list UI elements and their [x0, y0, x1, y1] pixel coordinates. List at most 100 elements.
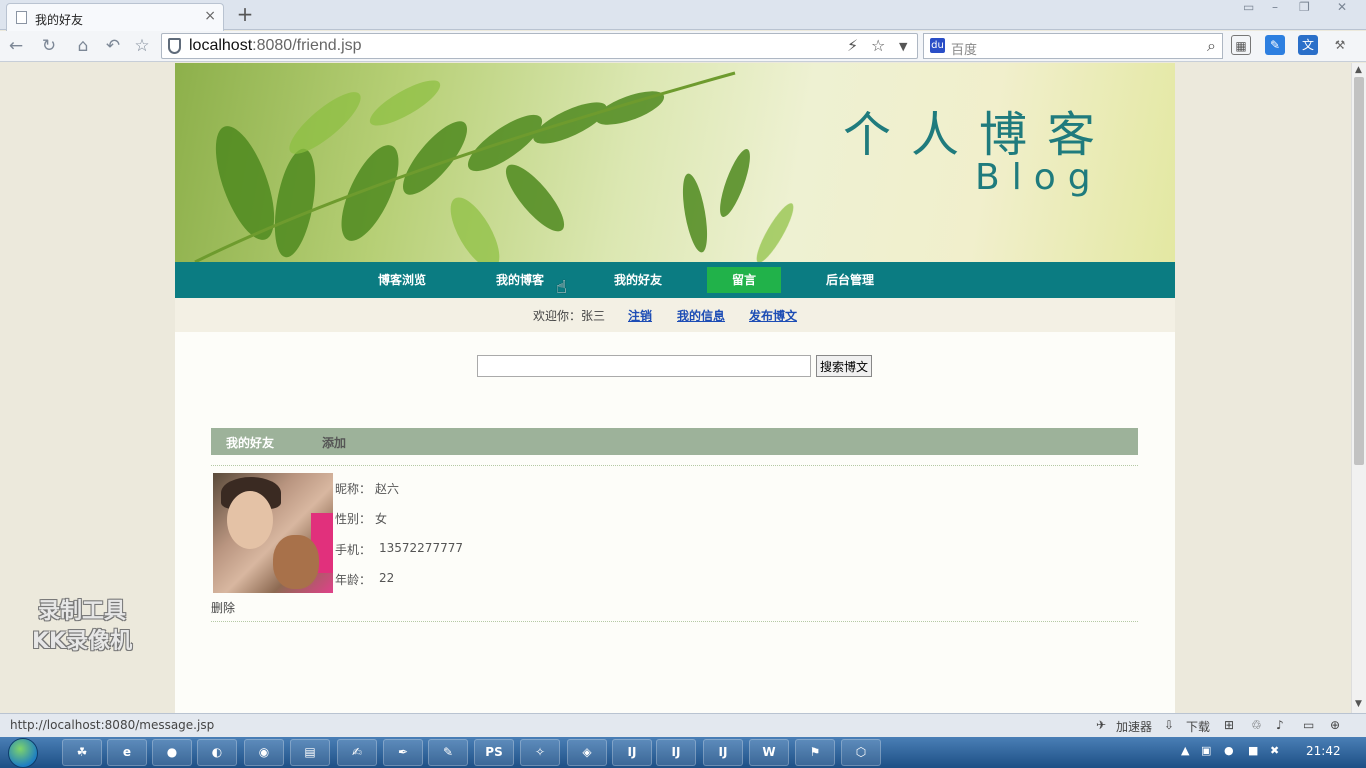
section-title: 我的好友	[226, 436, 275, 450]
tray-app-icon[interactable]: ▣	[1201, 744, 1211, 757]
dropdown-arrow-icon[interactable]: ▼	[899, 40, 907, 53]
nav-item-my-friends[interactable]: 我的好友	[599, 262, 677, 298]
field-value: 22	[379, 571, 395, 585]
sound-icon[interactable]: ♪	[1276, 718, 1284, 732]
my-info-link[interactable]: 我的信息	[677, 307, 725, 324]
banner-subtitle: Blog	[975, 157, 1103, 198]
notepad-icon[interactable]: ✎	[428, 739, 468, 766]
friend-avatar	[213, 473, 333, 593]
new-tab-button[interactable]: +	[231, 3, 259, 27]
tab-close-icon[interactable]: ×	[204, 8, 216, 24]
virtualbox-icon[interactable]: ⬡	[841, 739, 881, 766]
favorite-star-icon[interactable]: ☆	[130, 34, 154, 58]
download-icon[interactable]: ⇩	[1164, 718, 1174, 732]
browser-360-icon[interactable]: ◐	[197, 739, 237, 766]
word-icon[interactable]: W	[749, 739, 789, 766]
nav-item-message[interactable]: 留言	[707, 267, 781, 293]
accelerator-icon[interactable]: ✈	[1096, 718, 1106, 732]
browser-tab[interactable]: 我的好友 ×	[6, 3, 224, 31]
nav-item-blog-browse[interactable]: 博客浏览	[363, 262, 441, 298]
apps-grid-icon[interactable]: ▦	[1231, 35, 1251, 55]
start-button[interactable]	[8, 738, 38, 768]
address-bar[interactable]: localhost:8080/friend.jsp ⚡ ☆ ▼	[161, 33, 918, 59]
scroll-down-icon[interactable]: ▼	[1355, 699, 1362, 709]
back-icon[interactable]: ←	[4, 34, 28, 58]
extension-translate-icon[interactable]: 文	[1298, 35, 1318, 55]
taskbar-app-icon[interactable]: ☘	[62, 739, 102, 766]
firefox-icon[interactable]: ●	[152, 739, 192, 766]
search-posts-button[interactable]: 搜索博文	[816, 355, 872, 377]
delete-friend-link[interactable]: 删除	[211, 599, 235, 616]
chrome-icon[interactable]: ◉	[244, 739, 284, 766]
os-taskbar: ☘ e ● ◐ ◉ ▤ ✍ ✒ ✎ PS ✧ ◈ IJ IJ IJ W ⚑ ⬡ …	[0, 737, 1366, 768]
intellij-icon[interactable]: IJ	[703, 739, 743, 766]
watermark-line2: KK录像机	[32, 629, 133, 654]
scrollbar-thumb[interactable]	[1354, 77, 1364, 465]
pen-tool-icon[interactable]: ✍	[337, 739, 377, 766]
intellij-icon[interactable]: IJ	[612, 739, 652, 766]
banner-title: 个人博客	[843, 107, 1116, 163]
friend-gender: 性别： 女	[335, 510, 387, 527]
undo-icon[interactable]: ↶	[101, 34, 125, 58]
security-shield-icon	[168, 38, 181, 54]
friend-phone: 手机： 13572277777	[335, 541, 463, 558]
intellij-icon[interactable]: IJ	[656, 739, 696, 766]
mouse-pointer-icon: ☝	[556, 277, 567, 298]
download-label[interactable]: 下载	[1186, 718, 1210, 735]
user-bar: 欢迎你：张三 注销 我的信息 发布博文	[175, 298, 1175, 332]
friend-nickname: 昵称： 赵六	[335, 480, 399, 497]
publish-post-link[interactable]: 发布博文	[749, 307, 797, 324]
lightning-icon[interactable]: ⚡	[847, 36, 858, 55]
minimize-button[interactable]: –	[1272, 0, 1278, 14]
field-value: 赵六	[375, 482, 400, 496]
blog-page: 个人博客 Blog 博客浏览 我的博客 我的好友 留言 后台管理 欢迎你：张三 …	[175, 63, 1175, 713]
tools-wrench-icon[interactable]: ⚒	[1330, 35, 1350, 55]
browser-tab-bar: 我的好友 × + ▭ – ❐ ✕	[0, 0, 1366, 31]
divider	[211, 621, 1138, 622]
scroll-up-icon[interactable]: ▲	[1355, 65, 1362, 75]
add-icon[interactable]: ⊞	[1224, 718, 1234, 732]
field-value: 女	[375, 512, 388, 526]
watermark-line1: 录制工具	[38, 599, 127, 624]
db-tool-icon[interactable]: ◈	[567, 739, 607, 766]
search-input[interactable]	[477, 355, 811, 377]
accelerator-label[interactable]: 加速器	[1116, 718, 1152, 735]
reload-icon[interactable]: ↻	[37, 34, 61, 58]
header-banner: 个人博客 Blog	[175, 63, 1175, 262]
tray-expand-icon[interactable]: ▲	[1181, 744, 1189, 757]
extension-blue-icon[interactable]: ✎	[1265, 35, 1285, 55]
friends-section-header: 我的好友 添加	[211, 428, 1138, 455]
status-url: http://localhost:8080/message.jsp	[10, 718, 215, 732]
home-icon[interactable]: ⌂	[71, 34, 95, 58]
magnifier-icon[interactable]: ⌕	[1207, 36, 1216, 56]
dev-tool-icon[interactable]: ✧	[520, 739, 560, 766]
tray-app-icon[interactable]: ■	[1248, 744, 1258, 757]
maximize-button[interactable]: ❐	[1299, 0, 1310, 14]
photoshop-icon[interactable]: PS	[474, 739, 514, 766]
page-viewport: 个人博客 Blog 博客浏览 我的博客 我的好友 留言 后台管理 欢迎你：张三 …	[0, 63, 1351, 713]
add-friend-link[interactable]: 添加	[322, 434, 346, 451]
field-label: 年龄：	[335, 573, 372, 587]
search-engine-box[interactable]: du 百度 ⌕	[923, 33, 1223, 59]
ie-icon[interactable]: e	[107, 739, 147, 766]
zoom-icon[interactable]: ⊕	[1330, 718, 1340, 732]
search-engine-placeholder: 百度	[951, 43, 978, 58]
skin-icon[interactable]: ▭	[1243, 0, 1254, 14]
trash-icon[interactable]: ♲	[1251, 718, 1262, 732]
tray-red-icon[interactable]: ✖	[1270, 744, 1279, 757]
nav-item-my-blog[interactable]: 我的博客	[481, 262, 559, 298]
screen-icon[interactable]: ▭	[1303, 718, 1314, 732]
vertical-scrollbar[interactable]: ▲ ▼	[1351, 63, 1366, 713]
close-window-button[interactable]: ✕	[1337, 0, 1347, 14]
nav-item-admin[interactable]: 后台管理	[811, 262, 889, 298]
bookmark-star-icon[interactable]: ☆	[871, 36, 885, 55]
friend-age: 年龄： 22	[335, 571, 394, 588]
wechat-icon[interactable]: ●	[1224, 744, 1234, 757]
feather-icon[interactable]: ✒	[383, 739, 423, 766]
url-text[interactable]: localhost:8080/friend.jsp	[189, 37, 362, 55]
logout-link[interactable]: 注销	[628, 307, 652, 324]
field-label: 昵称：	[335, 482, 372, 496]
calculator-icon[interactable]: ▤	[290, 739, 330, 766]
app-icon[interactable]: ⚑	[795, 739, 835, 766]
recorder-watermark: 录制工具 KK录像机	[32, 597, 132, 657]
